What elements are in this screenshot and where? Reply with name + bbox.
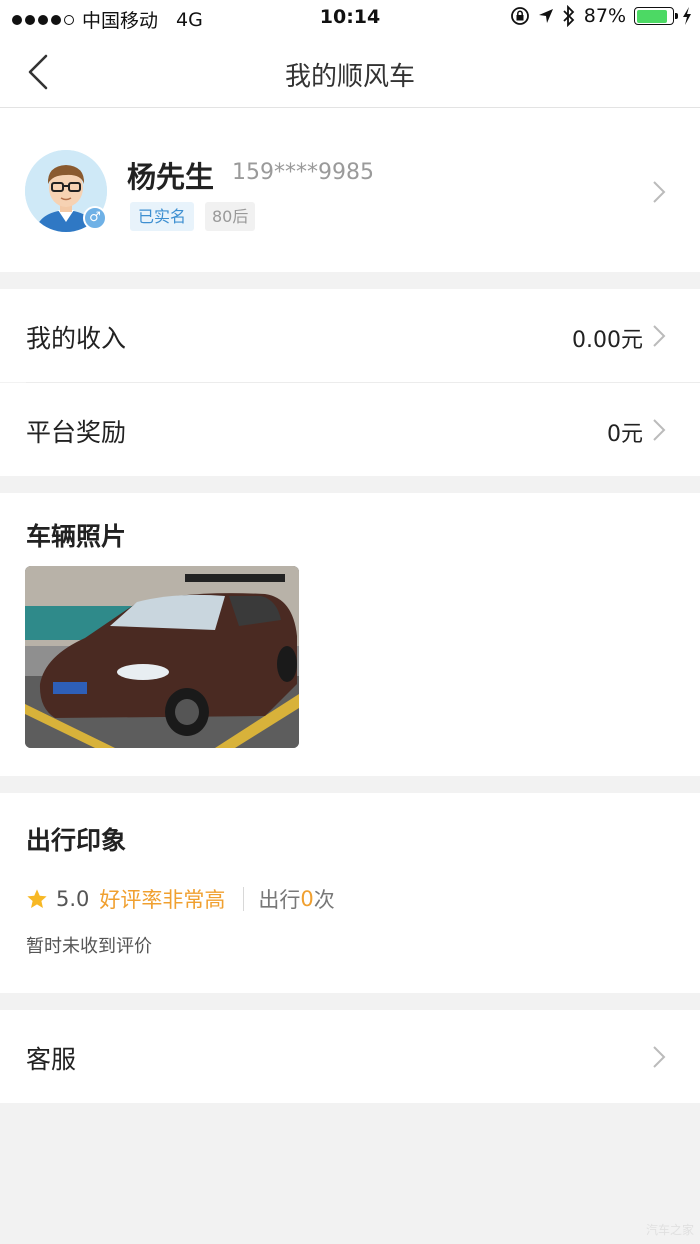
income-label: 我的收入 xyxy=(26,324,127,353)
no-review-text: 暂时未收到评价 xyxy=(26,936,152,957)
chevron-right-icon xyxy=(653,419,666,441)
page-title: 我的顺风车 xyxy=(284,62,415,92)
nav-bar: 我的顺风车 xyxy=(0,36,700,108)
age-badge: 80后 xyxy=(205,202,256,231)
chevron-right-icon xyxy=(653,1046,666,1068)
status-right: 87% xyxy=(510,5,692,27)
rating-divider xyxy=(243,887,245,911)
user-name: 杨先生 xyxy=(127,160,215,194)
watermark: 汽车之家 xyxy=(645,1223,694,1237)
trips-count: 0 xyxy=(300,887,314,911)
battery-icon xyxy=(634,7,678,25)
car-photo[interactable] xyxy=(25,566,299,748)
verified-badge: 已实名 xyxy=(130,202,195,231)
user-phone: 159****9985 xyxy=(232,160,374,185)
car-photo-image xyxy=(25,566,299,748)
star-icon xyxy=(27,889,47,908)
trips-prefix: 出行 xyxy=(258,888,301,912)
battery-fill xyxy=(636,9,667,23)
reward-label: 平台奖励 xyxy=(26,418,127,447)
vehicle-title: 车辆照片 xyxy=(26,522,127,551)
lock-rotation-icon xyxy=(510,7,529,25)
status-bar: 中国移动 4G 10:14 87% xyxy=(0,0,700,36)
reward-value: 0元 xyxy=(607,422,643,447)
chevron-right-icon xyxy=(653,325,666,347)
income-row[interactable]: 我的收入 0.00元 xyxy=(0,289,700,382)
chevron-right-icon xyxy=(653,181,666,203)
location-arrow-icon xyxy=(538,9,553,23)
income-value: 0.00元 xyxy=(572,328,643,353)
battery-percent: 87% xyxy=(583,5,626,27)
profile-card[interactable]: ♂ 杨先生 159****9985 已实名 80后 xyxy=(0,108,700,272)
rating-line: 5.0 好评率非常高 出行 0 次 xyxy=(26,884,335,914)
support-row[interactable]: 客服 xyxy=(0,1010,700,1103)
bluetooth-icon xyxy=(563,5,575,27)
impression-title: 出行印象 xyxy=(26,826,127,855)
reward-row[interactable]: 平台奖励 0元 xyxy=(0,383,700,476)
charging-icon xyxy=(683,7,691,25)
rating-text: 好评率非常高 xyxy=(99,888,226,912)
support-label: 客服 xyxy=(26,1045,77,1074)
rating-score: 5.0 xyxy=(56,887,90,911)
trips-suffix: 次 xyxy=(313,888,335,912)
gender-male-icon: ♂ xyxy=(83,206,107,230)
